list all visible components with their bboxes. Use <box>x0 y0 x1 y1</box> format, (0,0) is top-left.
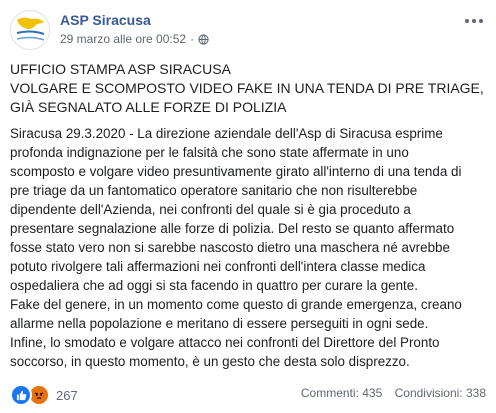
post-body-line: allarme nella popolazione e meritano di … <box>10 316 429 331</box>
post-author[interactable]: ASP Siracusa <box>60 12 151 28</box>
post-body-line: Siracusa 29.3.2020 - La direzione aziend… <box>10 126 443 141</box>
post-timestamp[interactable]: 29 marzo alle ore 00:52 <box>60 32 186 46</box>
post-body-line: pre triage da un fantomatico operatore s… <box>10 183 418 198</box>
meta-separator: · <box>190 32 195 46</box>
post-body-line: scomposto e volgare video presuntivament… <box>10 164 462 179</box>
post-title-line: GIÀ SEGNALATO ALLE FORZE DI POLIZIA <box>10 99 287 115</box>
post-title-line: UFFICIO STAMPA ASP SIRACUSA <box>10 61 231 77</box>
post-meta: 29 marzo alle ore 00:52 · <box>60 32 209 46</box>
post-body-line: soccorso, in questo momento, è un gesto … <box>10 354 410 369</box>
asp-logo <box>11 11 49 49</box>
avatar[interactable] <box>10 10 50 50</box>
post-body-line: fosse stato vero non si sarebbe nascosto… <box>10 240 450 255</box>
comments-count[interactable]: Commenti: 435 <box>301 386 382 400</box>
like-icon <box>10 384 32 406</box>
post-body-line: presentare segnalazione alle forze di po… <box>10 221 455 236</box>
post-footer: 267 Commenti: 435 Condivisioni: 338 <box>10 384 486 406</box>
post-body-line: ospedaliera che ad oggi si sta facendo i… <box>10 278 418 293</box>
more-options-icon[interactable] <box>464 16 484 26</box>
post-body: Siracusa 29.3.2020 - La direzione aziend… <box>10 124 486 371</box>
post-body-line: Fake del genere, in un momento come ques… <box>10 297 462 312</box>
post-title: UFFICIO STAMPA ASP SIRACUSA VOLGARE E SC… <box>10 60 486 117</box>
post-body-line: Infine, lo smodato e volgare attacco nei… <box>10 335 440 350</box>
post-body-line: potuto rivolgere tali affermazioni nei c… <box>10 259 426 274</box>
globe-icon <box>198 33 209 45</box>
reactions-summary[interactable]: 267 <box>10 384 78 406</box>
post-body-line: dipendente dell'Azienda, nei confronti d… <box>10 202 411 217</box>
engagement-counts: Commenti: 435 Condivisioni: 338 <box>301 386 486 400</box>
post-body-line: profonda indignazione per le falsità che… <box>10 145 409 160</box>
reaction-count: 267 <box>56 387 78 403</box>
post-header: ASP Siracusa 29 marzo alle ore 00:52 · <box>10 8 486 50</box>
shares-count[interactable]: Condivisioni: 338 <box>395 386 486 400</box>
post-title-line: VOLGARE E SCOMPOSTO VIDEO FAKE IN UNA TE… <box>10 80 484 96</box>
